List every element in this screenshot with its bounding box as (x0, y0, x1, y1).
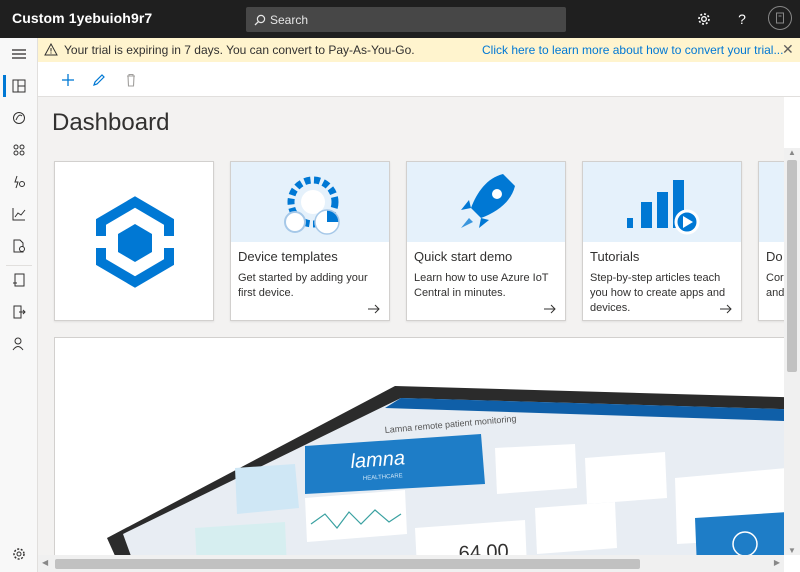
convert-trial-link[interactable]: Click here to learn more about how to co… (482, 43, 783, 57)
menu-icon[interactable] (0, 40, 38, 68)
banner-message: Your trial is expiring in 7 days. You ca… (64, 43, 415, 57)
device-templates-tile[interactable]: Device templates Get started by adding y… (230, 161, 390, 321)
arrow-right-icon[interactable] (367, 302, 381, 316)
lamna-brand: lamna (350, 447, 406, 473)
rocket-art (407, 162, 565, 242)
analytics-icon[interactable] (0, 200, 38, 228)
tile-description: Learn how to use Azure IoT Central in mi… (414, 272, 549, 299)
edit-icon[interactable] (89, 70, 109, 90)
iot-central-logo (95, 196, 175, 288)
tile-description: Step-by-step articles teach you how to c… (590, 272, 726, 314)
search-box[interactable]: Search (246, 7, 566, 32)
tile-description: Get started by adding your first device. (238, 272, 368, 299)
warning-icon (44, 43, 58, 56)
tutorials-tile[interactable]: Tutorials Step-by-step articles teach yo… (582, 161, 742, 321)
tablet-illustration: lamna HEALTHCARE Lamna remote patient mo… (107, 386, 784, 555)
horizontal-scrollbar[interactable]: ◀ ▶ (38, 555, 784, 572)
iot-central-logo-tile (54, 161, 214, 321)
device-groups-icon[interactable] (0, 136, 38, 164)
quick-start-demo-tile[interactable]: Quick start demo Learn how to use Azure … (406, 161, 566, 321)
dashboard-content: Dashboard Device templates Get started b… (38, 97, 784, 555)
documentation-art (759, 162, 784, 242)
rules-icon[interactable] (0, 168, 38, 196)
vertical-scroll-thumb[interactable] (787, 160, 797, 372)
arrow-right-icon[interactable] (543, 302, 557, 316)
help-icon[interactable]: ? (732, 9, 752, 29)
dashboard-toolbar (38, 62, 800, 97)
tile-desc-line: and (766, 287, 784, 299)
account-icon[interactable] (768, 6, 792, 30)
data-export-icon[interactable] (0, 298, 38, 326)
tile-desc-line: Cor (766, 272, 784, 284)
tile-title: Device templates (238, 249, 338, 264)
left-nav (0, 38, 38, 572)
arrow-right-icon[interactable] (719, 302, 733, 316)
gear-icon[interactable] (694, 9, 714, 29)
devices-icon[interactable] (0, 104, 38, 132)
search-placeholder: Search (270, 12, 309, 27)
vertical-scrollbar[interactable]: ▲ ▼ (784, 148, 800, 555)
settings-icon[interactable] (0, 540, 38, 568)
dashboard-icon[interactable] (0, 72, 38, 100)
top-bar: Custom 1yebuioh9r7 Search ? (0, 0, 800, 38)
app-title[interactable]: Custom 1yebuioh9r7 (12, 10, 152, 26)
search-icon (254, 14, 266, 25)
tile-title: Do (766, 249, 783, 264)
documentation-tile[interactable]: Do Cor and (758, 161, 784, 321)
trial-banner: Your trial is expiring in 7 days. You ca… (38, 38, 800, 62)
tile-description: Cor and (766, 271, 784, 301)
tile-title: Quick start demo (414, 249, 513, 264)
administration-icon[interactable] (0, 330, 38, 358)
add-icon[interactable] (58, 70, 78, 90)
close-icon[interactable]: ✕ (782, 41, 794, 58)
tile-title: Tutorials (590, 249, 640, 264)
delete-icon[interactable] (121, 70, 141, 90)
tutorials-art (583, 162, 741, 242)
jobs-icon[interactable] (0, 232, 38, 260)
big-value: 64.00 (458, 540, 509, 555)
device-templates-icon[interactable] (0, 266, 38, 294)
device-templates-art (231, 162, 389, 242)
horizontal-scroll-thumb[interactable] (55, 559, 640, 569)
hero-tablet-image: lamna HEALTHCARE Lamna remote patient mo… (54, 337, 784, 555)
page-title: Dashboard (52, 109, 170, 136)
